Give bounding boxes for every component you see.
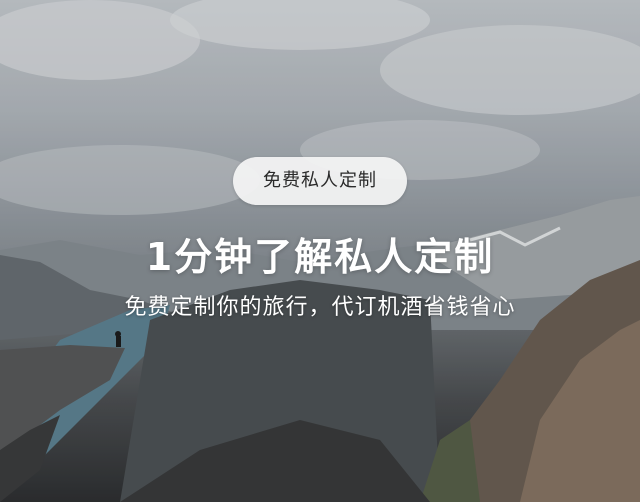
free-custom-badge-button[interactable]: 免费私人定制 xyxy=(233,157,407,205)
hero-banner: 免费私人定制 1分钟了解私人定制 免费定制你的旅行，代订机酒省钱省心 xyxy=(0,0,640,502)
hero-title: 1分钟了解私人定制 xyxy=(145,235,495,279)
hero-subtitle: 免费定制你的旅行，代订机酒省钱省心 xyxy=(124,295,516,320)
